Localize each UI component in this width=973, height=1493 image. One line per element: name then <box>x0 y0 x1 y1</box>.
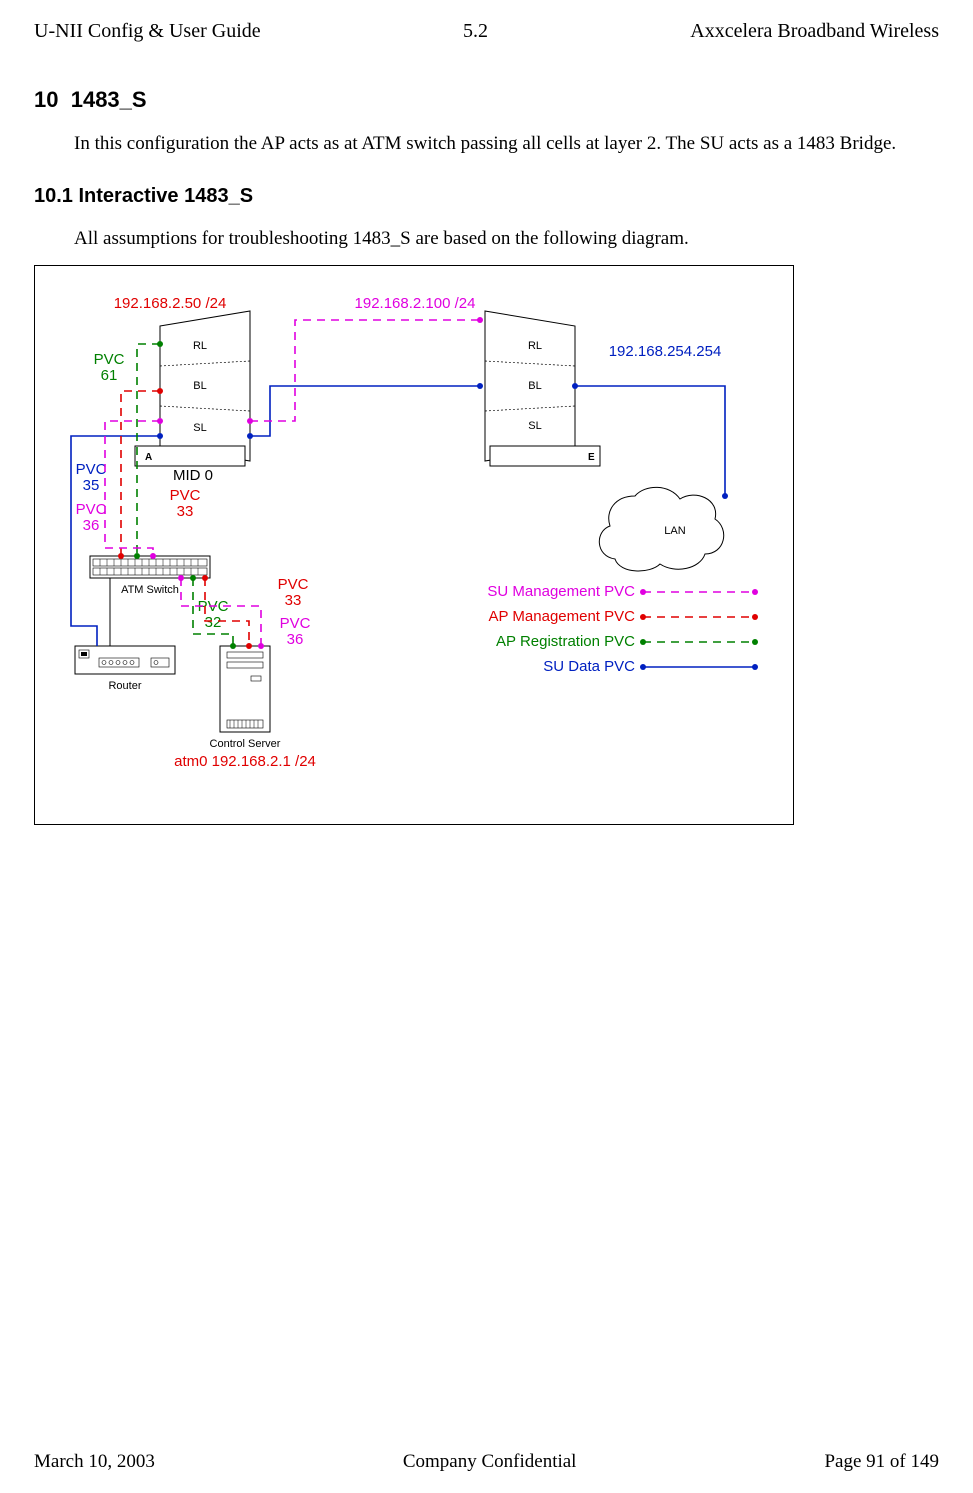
lan-ip: 192.168.254.254 <box>609 343 722 360</box>
ap-block: RL BL SL A MID 0 <box>135 311 250 484</box>
line-su-mgmt-ap-su <box>250 320 480 421</box>
legend-ap-mgmt: AP Management PVC <box>489 608 636 625</box>
footer-left: March 10, 2003 <box>34 1451 155 1473</box>
ap-mid: MID 0 <box>173 467 213 484</box>
su-mgmt-ip: 192.168.2.100 /24 <box>355 295 476 312</box>
page-header: U-NII Config & User Guide 5.2 Axxcelera … <box>34 20 939 43</box>
router-icon: Router <box>75 646 175 692</box>
diagram-svg: RL BL SL A MID 0 RL BL SL E LAN <box>35 266 795 826</box>
legend-su-data: SU Data PVC <box>543 658 635 675</box>
paragraph: In this configuration the AP acts as at … <box>34 131 939 157</box>
pvc33b-label: PVC33 <box>278 576 309 609</box>
pvc33a-label: PVC33 <box>170 487 201 520</box>
atm-label: ATM Switch <box>121 584 179 596</box>
footer-right: Page 91 of 149 <box>824 1451 939 1473</box>
pvc36b-label: PVC36 <box>280 615 311 648</box>
legend: SU Management PVC AP Management PVC AP R… <box>487 583 758 675</box>
control-server-label: Control Server <box>210 738 281 750</box>
ap-ip: 192.168.2.50 /24 <box>114 295 227 312</box>
lan-label: LAN <box>664 525 685 537</box>
footer-center: Company Confidential <box>403 1451 577 1473</box>
su-block: RL BL SL E <box>485 311 600 466</box>
line-ap-su-data <box>250 386 480 436</box>
su-letter: E <box>588 452 595 463</box>
ap-letter: A <box>145 452 152 463</box>
pvc35-label: PVC35 <box>76 461 107 494</box>
router-label: Router <box>108 680 141 692</box>
line-ap-mgmt-upper <box>121 391 160 556</box>
subsection-name: Interactive 1483_S <box>79 185 254 207</box>
pvc61-label: PVC61 <box>94 351 125 384</box>
su-sl: SL <box>528 420 541 432</box>
header-right: Axxcelera Broadband Wireless <box>690 20 939 43</box>
pvc32-label: PVC32 <box>198 598 229 631</box>
su-bl: BL <box>528 380 541 392</box>
section-heading: 10 1483_S <box>34 87 939 113</box>
header-left: U-NII Config & User Guide <box>34 20 261 43</box>
network-diagram: RL BL SL A MID 0 RL BL SL E LAN <box>34 265 794 825</box>
line-su-lan <box>575 386 725 496</box>
section-name: 1483_S <box>71 87 147 112</box>
lan-cloud: LAN <box>599 488 723 572</box>
control-server: Control Server atm0 192.168.2.1 /24 <box>174 646 316 770</box>
ap-rl: RL <box>193 340 207 352</box>
legend-ap-reg: AP Registration PVC <box>496 633 635 650</box>
subsection-num: 10.1 <box>34 185 73 207</box>
paragraph: All assumptions for troubleshooting 1483… <box>34 226 939 252</box>
page-footer: March 10, 2003 Company Confidential Page… <box>34 1451 939 1473</box>
header-center: 5.2 <box>463 20 488 43</box>
legend-su-mgmt: SU Management PVC <box>487 583 635 600</box>
subsection-heading: 10.1 Interactive 1483_S <box>34 185 939 208</box>
su-rl: RL <box>528 340 542 352</box>
ap-sl: SL <box>193 422 206 434</box>
control-server-ip: atm0 192.168.2.1 /24 <box>174 753 316 770</box>
line-su-mgmt-ap-atm <box>105 421 160 556</box>
ap-bl: BL <box>193 380 206 392</box>
section-num: 10 <box>34 87 58 112</box>
pvc36a-label: PVC36 <box>76 501 107 534</box>
